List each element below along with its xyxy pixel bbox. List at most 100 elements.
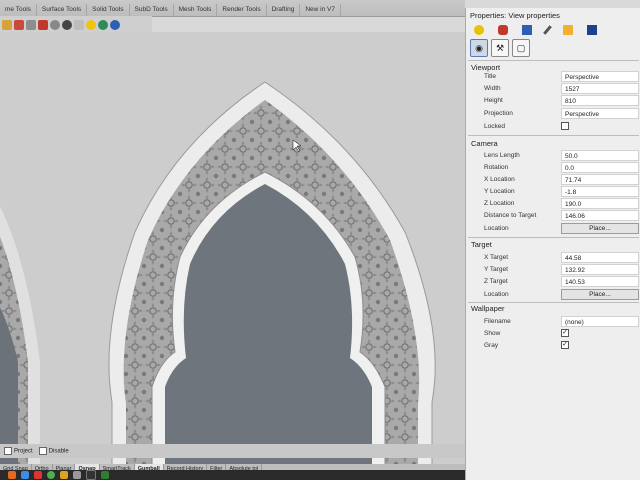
help-icon[interactable] bbox=[110, 20, 120, 30]
perspective-viewport[interactable] bbox=[0, 32, 478, 472]
object-props-icon[interactable] bbox=[474, 25, 484, 35]
height-field[interactable]: 810 bbox=[561, 95, 639, 106]
status-bar: Project Disable bbox=[0, 444, 474, 458]
panel-title: Properties: View properties bbox=[470, 11, 560, 20]
title-field[interactable]: Perspective bbox=[561, 71, 639, 82]
properties-panel: Properties: View properties ◉ ⚒ ▢ Viewpo… bbox=[465, 8, 640, 480]
folder-icon[interactable] bbox=[563, 25, 573, 35]
divider bbox=[468, 60, 639, 61]
row-lens-length: Lens Length 50.0 bbox=[466, 150, 640, 162]
tab-mesh-tools[interactable]: Mesh Tools bbox=[174, 4, 218, 16]
camera-icon[interactable]: ◉ bbox=[470, 39, 488, 57]
app-icon-5[interactable] bbox=[101, 471, 109, 479]
target-place-button[interactable]: Place... bbox=[561, 289, 639, 300]
row-height: Height 810 bbox=[466, 95, 640, 107]
sphere-icon[interactable] bbox=[50, 20, 60, 30]
display-props-icon[interactable] bbox=[587, 25, 597, 35]
render-icon[interactable] bbox=[62, 20, 72, 30]
arch-model bbox=[0, 32, 478, 472]
toolbar-tabs: me Tools Surface Tools Solid Tools SubD … bbox=[0, 0, 465, 17]
row-locked: Locked bbox=[466, 121, 640, 133]
viewport-frame-icon[interactable]: ▢ bbox=[512, 39, 530, 57]
x-location-field[interactable]: 71.74 bbox=[561, 174, 639, 185]
z-location-field[interactable]: 190.0 bbox=[561, 198, 639, 209]
row-gray: Gray ✓ bbox=[466, 340, 640, 352]
tab-surface-tools[interactable]: Surface Tools bbox=[37, 4, 88, 16]
filename-label: Filename bbox=[484, 318, 511, 325]
app-icon-4[interactable] bbox=[86, 470, 96, 480]
distance-field[interactable]: 146.06 bbox=[561, 210, 639, 221]
row-distance-to-target: Distance to Target 146.06 bbox=[466, 210, 640, 222]
projection-select[interactable]: Perspective bbox=[561, 108, 639, 119]
material-icon[interactable] bbox=[38, 20, 48, 30]
project-toggle[interactable]: Project bbox=[4, 447, 33, 455]
y-target-label: Y Target bbox=[484, 266, 508, 273]
row-y-location: Y Location -1.8 bbox=[466, 186, 640, 198]
width-field[interactable]: 1527 bbox=[561, 83, 639, 94]
brush-icon[interactable] bbox=[14, 20, 24, 30]
app-icon-2[interactable] bbox=[60, 471, 68, 479]
row-width: Width 1527 bbox=[466, 83, 640, 95]
row-x-target: X Target 44.58 bbox=[466, 252, 640, 264]
pencil-icon[interactable] bbox=[2, 20, 12, 30]
locked-label: Locked bbox=[484, 123, 505, 130]
width-label: Width bbox=[484, 85, 501, 92]
gray-checkbox[interactable]: ✓ bbox=[561, 341, 569, 349]
rotation-label: Rotation bbox=[484, 164, 509, 171]
y-location-label: Y Location bbox=[484, 188, 515, 195]
row-z-target: Z Target 140.53 bbox=[466, 276, 640, 288]
filename-field[interactable]: (none) bbox=[561, 316, 639, 327]
row-show: Show ✓ bbox=[466, 328, 640, 340]
divider bbox=[468, 237, 639, 238]
project-checkbox[interactable] bbox=[4, 447, 12, 455]
tab-render-tools[interactable]: Render Tools bbox=[217, 4, 267, 16]
row-target-location: Location Place... bbox=[466, 289, 640, 301]
tab-me-tools[interactable]: me Tools bbox=[0, 4, 37, 16]
x-target-label: X Target bbox=[484, 254, 509, 261]
app-icon[interactable] bbox=[21, 471, 29, 479]
cube-icon[interactable] bbox=[26, 20, 36, 30]
projection-label: Projection bbox=[484, 110, 513, 117]
lens-length-label: Lens Length bbox=[484, 152, 520, 159]
chrome-icon[interactable] bbox=[47, 471, 55, 479]
disable-checkbox[interactable] bbox=[38, 447, 47, 455]
row-z-location: Z Location 190.0 bbox=[466, 198, 640, 210]
disable-toggle[interactable]: Disable bbox=[38, 447, 69, 455]
material-props-icon[interactable] bbox=[498, 25, 508, 35]
panel-tabs bbox=[466, 22, 640, 38]
tab-solid-tools[interactable]: Solid Tools bbox=[87, 4, 130, 16]
pen-props-icon[interactable] bbox=[543, 25, 552, 35]
distance-label: Distance to Target bbox=[484, 212, 537, 219]
view-tabs: ◉ ⚒ ▢ bbox=[470, 38, 530, 58]
x-target-field[interactable]: 44.58 bbox=[561, 252, 639, 263]
lens-length-field[interactable]: 50.0 bbox=[561, 150, 639, 161]
globe-icon[interactable] bbox=[98, 20, 108, 30]
tab-drafting[interactable]: Drafting bbox=[267, 4, 301, 16]
app-icon-3[interactable] bbox=[73, 471, 81, 479]
show-checkbox[interactable]: ✓ bbox=[561, 329, 569, 337]
pdf-icon[interactable] bbox=[34, 471, 42, 479]
firefox-icon[interactable] bbox=[8, 471, 16, 479]
wrench-icon[interactable]: ⚒ bbox=[491, 39, 509, 57]
x-location-label: X Location bbox=[484, 176, 515, 183]
tab-new-in-v7[interactable]: New in V7 bbox=[300, 4, 341, 16]
layer-props-icon[interactable] bbox=[522, 25, 532, 35]
divider bbox=[468, 302, 639, 303]
locked-checkbox[interactable] bbox=[561, 122, 569, 130]
row-y-target: Y Target 132.92 bbox=[466, 264, 640, 276]
y-location-field[interactable]: -1.8 bbox=[561, 186, 639, 197]
light-icon[interactable] bbox=[86, 20, 96, 30]
project-label: Project bbox=[14, 448, 33, 455]
row-camera-location: Location Place... bbox=[466, 223, 640, 235]
z-target-field[interactable]: 140.53 bbox=[561, 276, 639, 287]
section-wallpaper: Wallpaper bbox=[471, 304, 505, 313]
row-title: Title Perspective bbox=[466, 71, 640, 83]
rotation-field[interactable]: 0.0 bbox=[561, 162, 639, 173]
target-location-label: Location bbox=[484, 291, 509, 298]
teapot-icon[interactable] bbox=[74, 20, 84, 30]
y-target-field[interactable]: 132.92 bbox=[561, 264, 639, 275]
tab-subd-tools[interactable]: SubD Tools bbox=[130, 4, 174, 16]
camera-place-button[interactable]: Place... bbox=[561, 223, 639, 234]
row-x-location: X Location 71.74 bbox=[466, 174, 640, 186]
row-projection: Projection Perspective bbox=[466, 108, 640, 120]
